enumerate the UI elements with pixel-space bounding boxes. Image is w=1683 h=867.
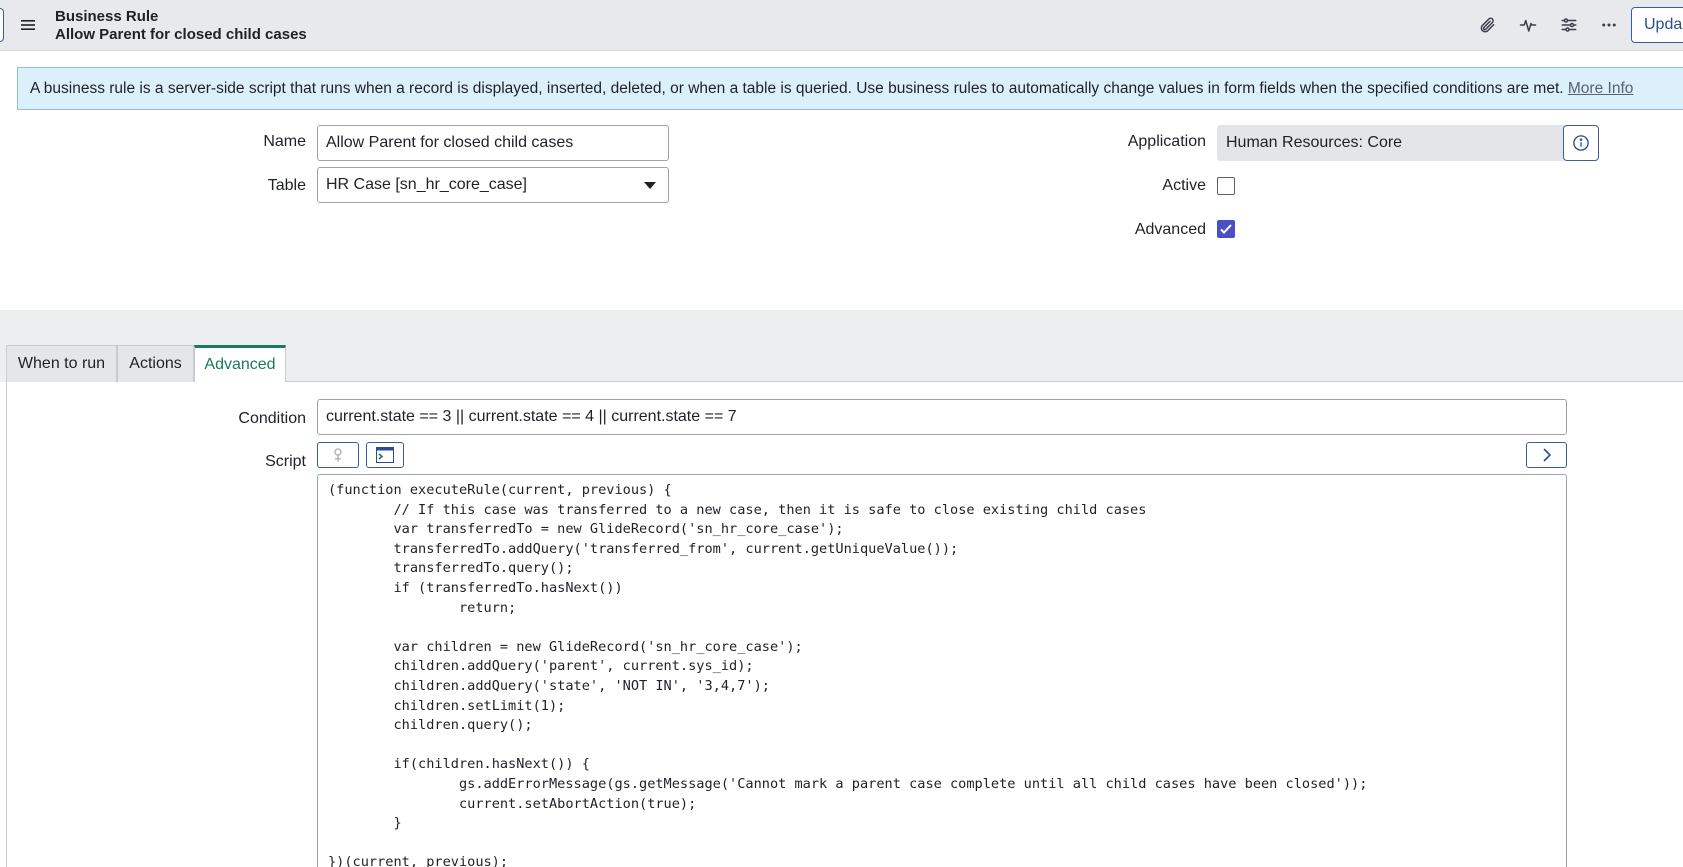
expand-script-button[interactable] (1526, 442, 1567, 468)
chevron-down-icon (644, 182, 656, 189)
script-editor[interactable]: (function executeRule(current, previous)… (317, 474, 1567, 867)
name-label: Name (263, 133, 306, 150)
back-button[interactable] (0, 8, 4, 42)
hamburger-menu-icon[interactable] (18, 16, 38, 34)
table-label: Table (267, 177, 306, 194)
paperclip-icon[interactable] (1475, 13, 1499, 37)
banner-text: A business rule is a server-side script … (30, 80, 1568, 97)
toggle-syntax-highlight-button[interactable] (317, 442, 359, 468)
more-icon[interactable] (1597, 13, 1621, 37)
advanced-checkbox[interactable] (1217, 220, 1235, 238)
application-label: Application (1127, 133, 1206, 150)
script-debugger-button[interactable] (366, 442, 404, 468)
syntax-toggle-icon (334, 448, 342, 462)
condition-label: Condition (238, 410, 306, 427)
script-label: Script (265, 453, 306, 470)
info-banner: A business rule is a server-side script … (17, 67, 1683, 110)
chevron-right-icon (1542, 448, 1551, 462)
record-name-title: Allow Parent for closed child cases (55, 26, 307, 43)
header-title-block: Business Rule Allow Parent for closed ch… (55, 8, 307, 44)
more-info-link[interactable]: More Info (1568, 80, 1633, 97)
name-field[interactable]: Allow Parent for closed child cases (317, 125, 669, 161)
info-circle-icon[interactable] (1563, 125, 1599, 161)
activity-icon[interactable] (1516, 13, 1540, 37)
active-checkbox[interactable] (1217, 177, 1235, 195)
record-type-title: Business Rule (55, 8, 159, 25)
application-field: Human Resources: Core (1217, 125, 1569, 161)
advanced-label: Advanced (1134, 221, 1206, 238)
tab-advanced[interactable]: Advanced (194, 345, 286, 382)
table-select-value: HR Case [sn_hr_core_case] (326, 176, 527, 193)
checkmark-icon (1220, 224, 1232, 234)
tab-actions[interactable]: Actions (117, 345, 194, 382)
sliders-icon[interactable] (1557, 13, 1581, 37)
table-select[interactable]: HR Case [sn_hr_core_case] (317, 167, 669, 203)
terminal-icon (376, 447, 394, 463)
tab-when-to-run[interactable]: When to run (6, 345, 117, 382)
script-code: (function executeRule(current, previous)… (328, 482, 1368, 867)
condition-field[interactable]: current.state == 3 || current.state == 4… (317, 399, 1567, 435)
update-button[interactable]: Upda (1631, 7, 1683, 43)
active-label: Active (1162, 177, 1206, 194)
form-header: Business Rule Allow Parent for closed ch… (0, 0, 1683, 51)
